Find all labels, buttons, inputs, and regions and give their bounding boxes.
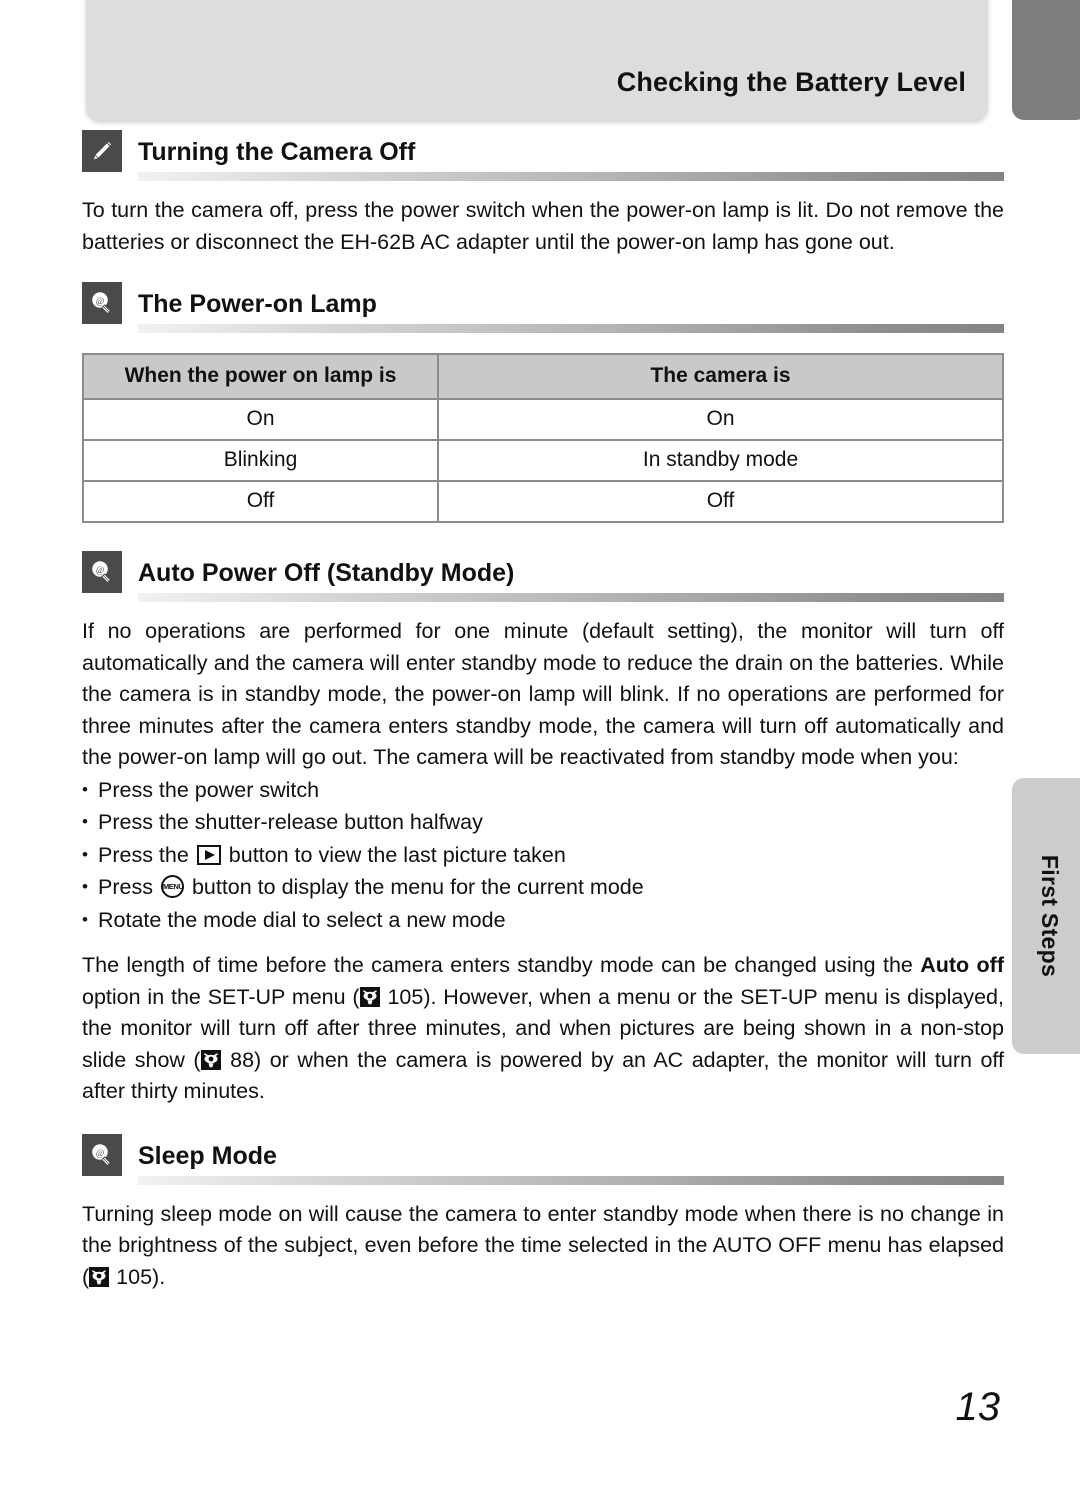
section-rule [138,1175,1004,1185]
list-item-label: Press the power switch [98,777,320,802]
section-rule [138,172,1004,181]
svg-text:@: @ [96,1148,104,1158]
auto-off-paragraph: The length of time before the camera ent… [82,950,1004,1108]
paragraph-text: 105 [387,984,424,1009]
section-auto-power-off: @ Auto Power Off (Standby Mode) If no op… [82,551,1004,1108]
list-item: Press the shutter-release button halfway [82,806,1004,839]
section-title: Auto Power Off (Standby Mode) [138,559,515,587]
table-row: On On [82,398,1004,441]
paragraph-text: ). [152,1264,166,1289]
chapter-tab-first-steps: First Steps [1012,778,1080,1054]
section-heading: @ Sleep Mode [82,1133,1004,1176]
page-content: Turning the Camera Off To turn the camer… [82,130,1004,1293]
table-row: Blinking In standby mode [82,439,1004,482]
power-on-lamp-table: When the power on lamp is The camera is … [82,353,1004,523]
list-item: Press MENU button to display the menu fo… [82,871,1004,904]
svg-text:@: @ [96,296,104,306]
list-item: Press the power switch [82,774,1004,807]
section-paragraph: If no operations are performed for one m… [82,619,1004,769]
section-power-on-lamp: @ The Power-on Lamp When the power on la… [82,282,1004,523]
section-turning-camera-off: Turning the Camera Off To turn the camer… [82,130,1004,258]
section-rule [138,593,1004,602]
section-heading: @ The Power-on Lamp [82,282,1004,324]
list-item-label: Press the shutter-release button halfway [98,810,483,834]
column-header-lamp: When the power on lamp is [82,353,439,400]
table-cell: On [82,398,439,441]
section-heading: @ Auto Power Off (Standby Mode) [82,551,1004,593]
list-item-label: button to view the last picture taken [228,842,566,867]
chapter-tab-top [1012,0,1080,120]
section-title: The Power-on Lamp [138,290,377,318]
column-header-camera: The camera is [437,353,1004,400]
list-item-label: Press the [98,842,189,867]
lightbulb-icon: @ [82,551,122,593]
section-sleep-mode: @ Sleep Mode Turning sleep mode on will … [82,1133,1004,1294]
section-heading: Turning the Camera Off [82,130,1004,172]
paragraph-text: Turning sleep mode on will cause the cam… [82,1201,1004,1289]
table-row: Off Off [82,480,1004,523]
page-reference-icon [200,1049,221,1070]
page-number: 13 [955,1385,1001,1429]
menu-button-icon: MENU [160,875,184,898]
table-cell: Off [437,480,1004,523]
chapter-tab-label: First Steps [1037,854,1064,978]
section-paragraph: To turn the camera off, press the power … [82,198,1004,254]
page-reference-icon [359,986,380,1007]
lightbulb-icon: @ [82,282,122,324]
list-item-label: Rotate the mode dial to select a new mod… [98,907,506,932]
list-item: Rotate the mode dial to select a new mod… [82,904,1004,937]
section-rule [138,324,1004,333]
page-title: Checking the Battery Level [616,67,966,97]
page-header-band: Checking the Battery Level [86,0,988,120]
table-cell: Off [82,480,439,523]
standby-reactivation-list: Press the power switch Press the shutter… [82,774,1004,937]
svg-text:@: @ [96,565,104,575]
lightbulb-icon: @ [82,1133,122,1176]
paragraph-text: The length of time before the camera ent… [82,953,921,977]
pencil-icon [82,130,122,172]
playback-button-icon [196,844,221,865]
paragraph-text: 88 [230,1047,255,1072]
list-item: Press the button to view the last pictur… [82,839,1004,872]
table-cell: Blinking [82,439,439,482]
paragraph-text: 105 [116,1264,153,1289]
sleep-mode-paragraph: Turning sleep mode on will cause the cam… [82,1199,1004,1294]
table-cell: On [437,398,1004,441]
section-title: Sleep Mode [138,1141,277,1170]
table-header-row: When the power on lamp is The camera is [82,353,1004,400]
section-title: Turning the Camera Off [138,138,416,166]
paragraph-text: option in the SET-UP menu ( [82,984,360,1009]
page-reference-icon [89,1266,110,1287]
list-item-label: Press [98,875,153,899]
auto-off-option-name: Auto off [920,953,1004,977]
list-item-label: button to display the menu for the curre… [191,875,644,899]
table-cell: In standby mode [437,439,1004,482]
